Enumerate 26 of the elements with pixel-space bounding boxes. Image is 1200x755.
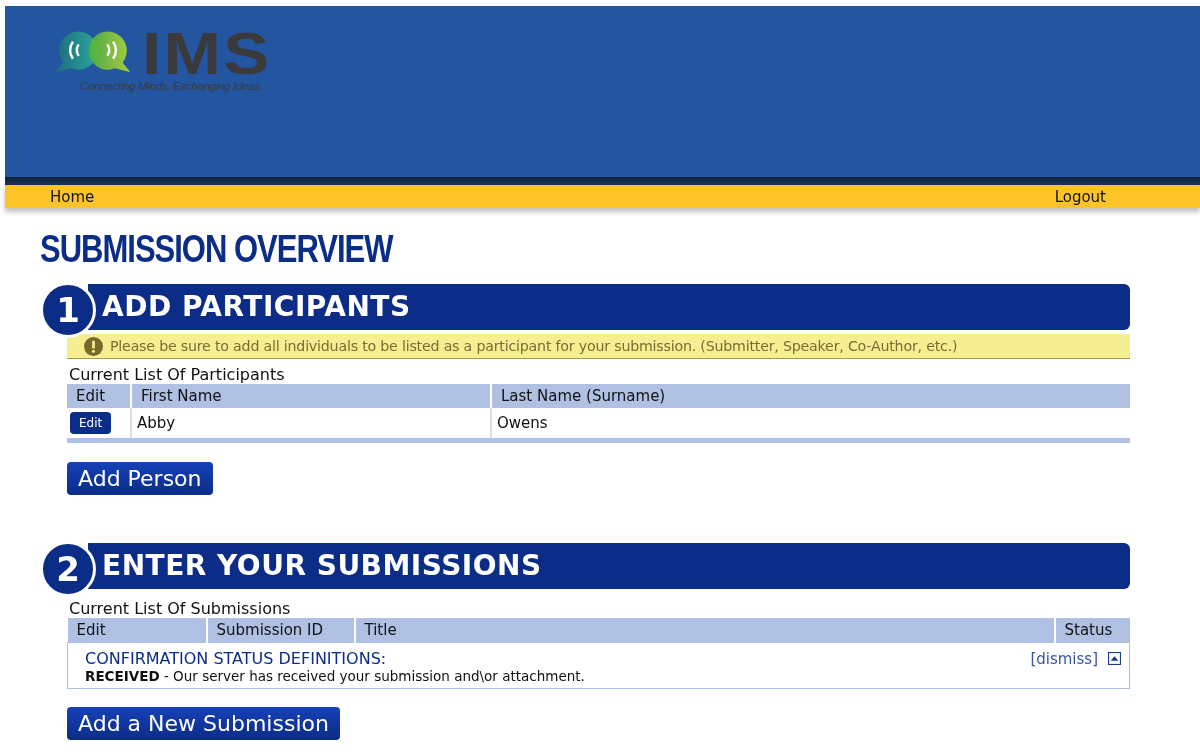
dismiss-link[interactable]: [dismiss] (1030, 649, 1098, 668)
nav-link[interactable]: Logout (1054, 187, 1106, 206)
logo-tagline: Connecting Minds. Exchanging Ideas. (80, 80, 264, 92)
definitions-heading: CONFIRMATION STATUS DEFINITIONS: (85, 649, 387, 668)
list-title: Current List Of Participants (68, 366, 286, 384)
definition-text: RECEIVED - Our server has received your submission and\or attachment. (85, 668, 586, 684)
column-header: Title (354, 618, 1055, 643)
column-header: Submission ID (206, 618, 355, 643)
step-number: 2 (40, 541, 96, 597)
nav-link[interactable]: Home (50, 187, 95, 206)
column-header: Last Name (Surname) (491, 384, 1130, 408)
column-header: Edit (67, 384, 131, 408)
section-header: ENTER YOUR SUBMISSIONS (88, 543, 1130, 589)
notice-text: Please be sure to add all individuals to be listed as a participant for your submission. (Submitter, Speaker, Co-Author, etc.) (110, 338, 958, 354)
logo-wordmark: IMS (142, 28, 272, 80)
edit-button[interactable]: Edit (70, 412, 112, 434)
collapse-icon[interactable] (1108, 652, 1121, 665)
add-button[interactable]: Add Person (67, 462, 213, 495)
column-header: First Name (131, 384, 491, 408)
section-header: ADD PARTICIPANTS (88, 284, 1130, 330)
column-header: Edit (67, 618, 207, 643)
page-title: SUBMISSION OVERVIEW (40, 226, 393, 272)
list-title: Current List Of Submissions (68, 600, 292, 618)
column-header: Status (1054, 618, 1130, 643)
add-button[interactable]: Add a New Submission (67, 707, 340, 740)
step-number: 1 (40, 282, 96, 338)
